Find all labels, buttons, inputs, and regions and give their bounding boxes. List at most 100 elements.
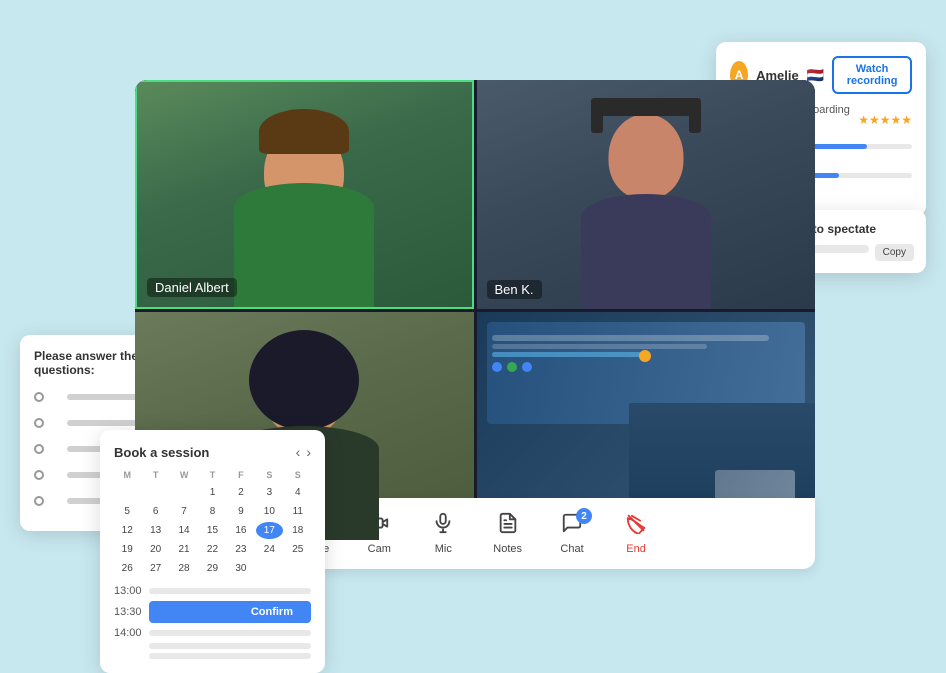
headphones-ben bbox=[591, 98, 701, 116]
time-label-1330: 13:30 bbox=[114, 606, 149, 618]
calendar-title-text: Book a session bbox=[114, 445, 209, 460]
cal-day-10[interactable]: 10 bbox=[256, 503, 282, 520]
calendar-title: Book a session ‹ › bbox=[114, 444, 311, 460]
slot-bar-extra2 bbox=[149, 653, 311, 659]
cal-day-24[interactable]: 24 bbox=[256, 541, 282, 558]
slot-bar-1300 bbox=[149, 588, 311, 594]
cal-header-tue: T bbox=[142, 470, 168, 480]
cal-empty-2 bbox=[142, 484, 168, 501]
cal-day-27[interactable]: 27 bbox=[142, 560, 168, 577]
cal-header-sun: S bbox=[285, 470, 311, 480]
watch-recording-button[interactable]: Watch recording bbox=[832, 56, 912, 94]
cam-label: Cam bbox=[368, 543, 391, 555]
chat-button[interactable]: Chat bbox=[542, 504, 602, 563]
cal-header-sat: S bbox=[256, 470, 282, 480]
cal-day-8[interactable]: 8 bbox=[199, 503, 225, 520]
cal-day-23[interactable]: 23 bbox=[228, 541, 254, 558]
chat-badge: 2 bbox=[576, 508, 592, 524]
screen-overlay-bars bbox=[492, 332, 801, 372]
time-slot-1330: 13:30 Confirm bbox=[114, 601, 311, 623]
cal-header-thu: T bbox=[199, 470, 225, 480]
radio-4[interactable] bbox=[34, 470, 44, 480]
calendar-nav: ‹ › bbox=[296, 444, 311, 460]
calendar-prev-button[interactable]: ‹ bbox=[296, 444, 301, 460]
calendar-header: M T W T F S S bbox=[114, 470, 311, 480]
time-slot-1400: 14:00 bbox=[114, 627, 311, 639]
cal-day-20[interactable]: 20 bbox=[142, 541, 168, 558]
cal-day-19[interactable]: 19 bbox=[114, 541, 140, 558]
screen-bar-1 bbox=[492, 335, 770, 341]
screen-dot-blue2 bbox=[522, 362, 532, 372]
cal-day-30[interactable]: 30 bbox=[228, 560, 254, 577]
cal-day-18[interactable]: 18 bbox=[285, 522, 311, 539]
screen-bar-2 bbox=[492, 344, 708, 349]
screen-highlight-bar bbox=[492, 352, 646, 357]
calendar-next-button[interactable]: › bbox=[306, 444, 311, 460]
end-icon bbox=[625, 512, 647, 540]
cal-day-6[interactable]: 6 bbox=[142, 503, 168, 520]
screen-dot-orange bbox=[639, 350, 651, 362]
cal-day-28[interactable]: 28 bbox=[171, 560, 197, 577]
time-slot-1300: 13:00 bbox=[114, 585, 311, 597]
rating-stars: ★★★★★ bbox=[858, 113, 912, 127]
selected-slot-bar[interactable]: Confirm bbox=[149, 601, 311, 623]
hair-daniel bbox=[259, 109, 349, 154]
radio-3[interactable] bbox=[34, 444, 44, 454]
cal-day-17-selected[interactable]: 17 bbox=[256, 522, 282, 539]
cal-empty-3 bbox=[171, 484, 197, 501]
calendar-panel: Book a session ‹ › M T W T F S S 1 2 3 4… bbox=[100, 430, 325, 673]
notes-label: Notes bbox=[493, 543, 522, 555]
cal-day-9[interactable]: 9 bbox=[228, 503, 254, 520]
screen-dot-blue bbox=[492, 362, 502, 372]
video-cell-daniel: Daniel Albert bbox=[135, 80, 474, 309]
time-label-1400: 14:00 bbox=[114, 627, 149, 639]
cal-day-22[interactable]: 22 bbox=[199, 541, 225, 558]
end-label: End bbox=[626, 543, 646, 555]
video-feed-ben bbox=[477, 80, 816, 309]
cal-day-26[interactable]: 26 bbox=[114, 560, 140, 577]
cal-day-25[interactable]: 25 bbox=[285, 541, 311, 558]
notes-button[interactable]: Notes bbox=[477, 504, 538, 563]
headphones-left-ben bbox=[591, 98, 603, 133]
cal-day-16[interactable]: 16 bbox=[228, 522, 254, 539]
video-feed-daniel bbox=[137, 82, 472, 307]
cal-day-29[interactable]: 29 bbox=[199, 560, 225, 577]
cal-day-12[interactable]: 12 bbox=[114, 522, 140, 539]
cal-day-5[interactable]: 5 bbox=[114, 503, 140, 520]
end-button[interactable]: End bbox=[606, 504, 666, 563]
cal-day-3[interactable]: 3 bbox=[256, 484, 282, 501]
screen-dot-green bbox=[507, 362, 517, 372]
time-slot-extra1 bbox=[114, 643, 311, 649]
slot-bar-extra1 bbox=[149, 643, 311, 649]
mic-button[interactable]: Mic bbox=[413, 504, 473, 563]
calendar-grid: 1 2 3 4 5 6 7 8 9 10 11 12 13 14 15 16 1… bbox=[114, 484, 311, 577]
chat-button-wrapper: Chat 2 bbox=[542, 504, 602, 563]
radio-1[interactable] bbox=[34, 392, 44, 402]
confirm-button[interactable]: Confirm bbox=[239, 601, 305, 623]
cal-day-11[interactable]: 11 bbox=[285, 503, 311, 520]
copy-button[interactable]: Copy bbox=[875, 244, 914, 261]
cal-day-7[interactable]: 7 bbox=[171, 503, 197, 520]
time-label-1300: 13:00 bbox=[114, 585, 149, 597]
shirt-daniel bbox=[234, 183, 374, 306]
cal-day-15[interactable]: 15 bbox=[199, 522, 225, 539]
mic-icon bbox=[432, 512, 454, 540]
mic-label: Mic bbox=[435, 543, 452, 555]
notes-icon bbox=[497, 512, 519, 540]
time-slot-extra2 bbox=[114, 653, 311, 659]
cal-day-14[interactable]: 14 bbox=[171, 522, 197, 539]
radio-5[interactable] bbox=[34, 496, 44, 506]
cal-day-13[interactable]: 13 bbox=[142, 522, 168, 539]
face-ben bbox=[608, 114, 683, 199]
cal-day-1[interactable]: 1 bbox=[199, 484, 225, 501]
video-label-daniel: Daniel Albert bbox=[147, 278, 237, 297]
video-label-ben: Ben K. bbox=[487, 280, 542, 299]
radio-2[interactable] bbox=[34, 418, 44, 428]
cal-day-21[interactable]: 21 bbox=[171, 541, 197, 558]
headphones-right-ben bbox=[689, 98, 701, 133]
cal-day-4[interactable]: 4 bbox=[285, 484, 311, 501]
cal-empty-1 bbox=[114, 484, 140, 501]
cal-day-2[interactable]: 2 bbox=[228, 484, 254, 501]
cal-header-mon: M bbox=[114, 470, 140, 480]
shirt-ben bbox=[581, 194, 711, 308]
